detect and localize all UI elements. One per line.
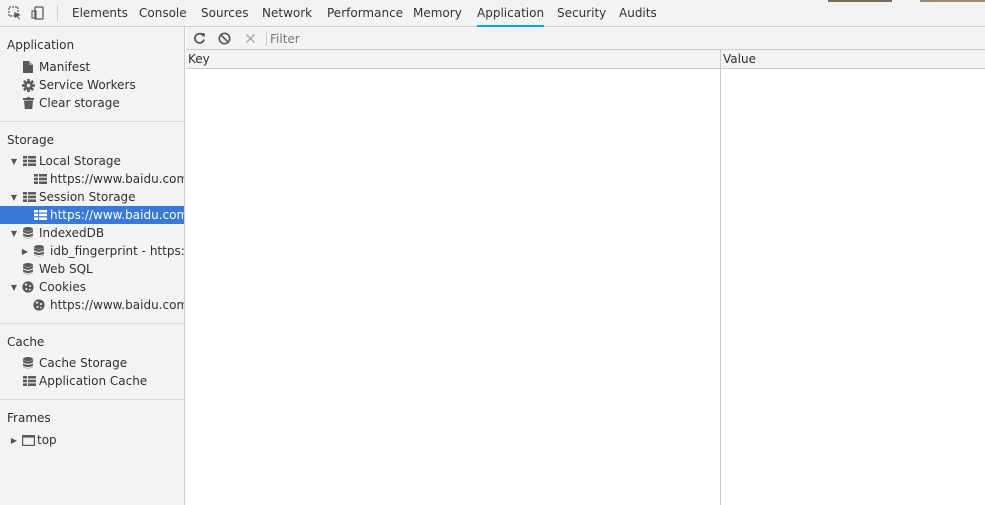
section-title-storage: Storage bbox=[7, 133, 54, 147]
grid-icon bbox=[22, 152, 36, 170]
tab-bar-separator bbox=[57, 5, 58, 21]
frame-icon bbox=[21, 431, 35, 449]
expand-triangle-icon[interactable]: ▼ bbox=[9, 188, 19, 206]
trash-icon bbox=[21, 94, 35, 112]
application-sidebar: Application Manifest Service Workers Cle… bbox=[0, 27, 185, 505]
page-background-sliver-right bbox=[920, 0, 985, 2]
column-header-value[interactable]: Value bbox=[721, 50, 985, 69]
sidebar-item-local-storage[interactable]: ▼ Local Storage bbox=[0, 152, 184, 170]
column-resizer[interactable] bbox=[720, 50, 721, 505]
tab-memory[interactable]: Memory bbox=[413, 0, 462, 27]
collapsed-triangle-icon[interactable]: ▶ bbox=[9, 431, 19, 449]
database-icon bbox=[21, 354, 35, 372]
refresh-icon bbox=[193, 32, 205, 44]
database-icon bbox=[32, 242, 46, 260]
section-divider bbox=[0, 121, 184, 122]
inspect-element-icon[interactable] bbox=[7, 5, 23, 21]
section-divider bbox=[0, 399, 184, 400]
block-icon bbox=[217, 32, 231, 45]
expand-triangle-icon[interactable]: ▼ bbox=[9, 224, 19, 242]
sidebar-item-manifest[interactable]: Manifest bbox=[0, 58, 184, 76]
sidebar-item-label: https://www.baidu.com bbox=[50, 208, 185, 222]
refresh-button[interactable] bbox=[190, 30, 208, 47]
section-title-application: Application bbox=[7, 38, 75, 52]
section-divider bbox=[0, 323, 184, 324]
tab-elements[interactable]: Elements bbox=[72, 0, 128, 27]
close-icon bbox=[245, 33, 255, 44]
sidebar-item-frame-top[interactable]: ▶ top bbox=[0, 431, 184, 449]
sidebar-item-session-storage[interactable]: ▼ Session Storage bbox=[0, 188, 184, 206]
sidebar-item-clear-storage[interactable]: Clear storage bbox=[0, 94, 184, 112]
devtools-tab-bar: Elements Console Sources Network Perform… bbox=[0, 0, 985, 27]
delete-selected-button[interactable] bbox=[241, 30, 259, 47]
tab-application[interactable]: Application bbox=[477, 0, 545, 27]
sidebar-item-cookies-origin[interactable]: https://www.baidu.com bbox=[0, 296, 185, 314]
document-icon bbox=[21, 58, 35, 76]
sidebar-item-indexeddb-database[interactable]: ▶ idb_fingerprint - https://w bbox=[0, 242, 185, 260]
gear-icon bbox=[21, 76, 35, 94]
cookie-icon bbox=[32, 296, 46, 314]
sidebar-item-label: Web SQL bbox=[39, 262, 93, 276]
sidebar-item-label: Cache Storage bbox=[39, 356, 128, 370]
tab-security[interactable]: Security bbox=[557, 0, 606, 27]
database-icon bbox=[21, 260, 35, 278]
page-background-sliver bbox=[828, 0, 892, 2]
tab-network[interactable]: Network bbox=[262, 0, 312, 27]
expand-triangle-icon[interactable]: ▼ bbox=[9, 278, 19, 296]
sidebar-item-label: top bbox=[37, 433, 57, 447]
sidebar-item-local-storage-origin[interactable]: https://www.baidu.com bbox=[0, 170, 185, 188]
sidebar-item-label: Local Storage bbox=[39, 154, 121, 168]
tab-audits[interactable]: Audits bbox=[619, 0, 657, 27]
sidebar-item-label: Manifest bbox=[39, 60, 91, 74]
collapsed-triangle-icon[interactable]: ▶ bbox=[20, 242, 30, 260]
storage-toolbar bbox=[186, 27, 985, 50]
tab-console[interactable]: Console bbox=[139, 0, 187, 27]
column-header-key[interactable]: Key bbox=[186, 50, 720, 69]
data-grid-header: Key Value bbox=[186, 50, 985, 69]
sidebar-item-label: https://www.baidu.com bbox=[50, 298, 185, 312]
sidebar-item-label: Clear storage bbox=[39, 96, 120, 110]
data-grid-body[interactable] bbox=[186, 69, 985, 505]
sidebar-item-label: https://www.baidu.com bbox=[50, 172, 185, 186]
clear-all-button[interactable] bbox=[215, 30, 233, 47]
grid-icon bbox=[33, 206, 47, 224]
sidebar-item-application-cache[interactable]: Application Cache bbox=[0, 372, 184, 390]
sidebar-item-indexeddb[interactable]: ▼ IndexedDB bbox=[0, 224, 184, 242]
device-toolbar-icon[interactable] bbox=[30, 5, 46, 21]
sidebar-item-label: Application Cache bbox=[39, 374, 148, 388]
sidebar-item-label: Service Workers bbox=[39, 78, 136, 92]
database-icon bbox=[21, 224, 35, 242]
sidebar-item-label: Session Storage bbox=[39, 190, 136, 204]
toolbar-separator bbox=[266, 31, 267, 46]
sidebar-item-service-workers[interactable]: Service Workers bbox=[0, 76, 184, 94]
sidebar-item-label: idb_fingerprint - https://w bbox=[50, 244, 185, 258]
section-title-cache: Cache bbox=[7, 335, 45, 349]
grid-icon bbox=[22, 372, 36, 390]
expand-triangle-icon[interactable]: ▼ bbox=[9, 152, 19, 170]
sidebar-item-cookies[interactable]: ▼ Cookies bbox=[0, 278, 184, 296]
cookie-icon bbox=[21, 278, 35, 296]
tab-sources[interactable]: Sources bbox=[201, 0, 248, 27]
filter-input[interactable] bbox=[268, 29, 568, 48]
tab-performance[interactable]: Performance bbox=[327, 0, 403, 27]
sidebar-item-label: Cookies bbox=[39, 280, 86, 294]
sidebar-item-label: IndexedDB bbox=[39, 226, 105, 240]
grid-icon bbox=[22, 188, 36, 206]
sidebar-item-web-sql[interactable]: Web SQL bbox=[0, 260, 184, 278]
section-title-frames: Frames bbox=[7, 411, 51, 425]
sidebar-item-cache-storage[interactable]: Cache Storage bbox=[0, 354, 184, 372]
grid-icon bbox=[33, 170, 47, 188]
sidebar-item-session-storage-origin[interactable]: https://www.baidu.com bbox=[0, 206, 185, 224]
